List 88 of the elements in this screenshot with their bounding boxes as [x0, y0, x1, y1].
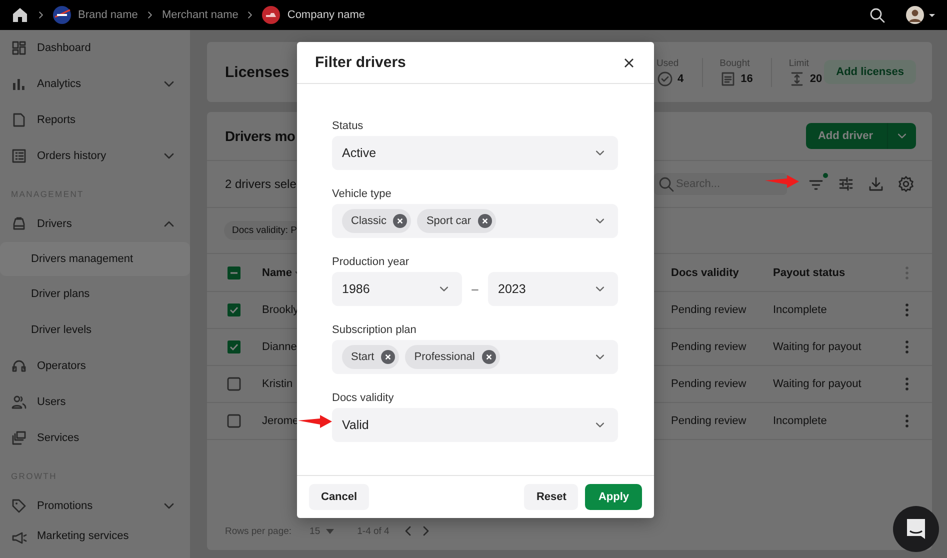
sidebar-item[interactable]: Operators — [0, 348, 190, 384]
pointer-arrow — [297, 414, 333, 428]
logo-icon — [262, 6, 280, 24]
remove-icon[interactable] — [478, 214, 492, 228]
column-header: Payout status — [772, 266, 846, 278]
stat-icon — [720, 70, 736, 86]
sidebar-item[interactable]: Drivers management — [0, 242, 190, 276]
field-label: Production year — [332, 255, 410, 270]
pointer-arrow — [764, 174, 800, 188]
field-label: Vehicle type — [332, 187, 392, 202]
table-cell: Pending review — [671, 304, 746, 316]
more-icon[interactable] — [904, 340, 910, 354]
field-label: Subscription plan — [332, 323, 418, 338]
sidebar-item[interactable]: Drivers — [0, 206, 190, 242]
select-field[interactable]: 2023 — [488, 272, 618, 306]
sidebar-item[interactable]: Services — [0, 420, 190, 456]
sidebar-item[interactable]: Marketing services — [0, 524, 190, 550]
stat-icon — [788, 70, 805, 86]
download-icon[interactable] — [867, 175, 885, 193]
checkbox[interactable] — [227, 303, 241, 317]
remove-icon[interactable] — [393, 214, 408, 228]
stat-icon — [656, 70, 673, 86]
settings-icon[interactable] — [897, 175, 915, 193]
table-cell: Incomplete — [773, 304, 827, 316]
field-label: Docs validity — [332, 391, 395, 406]
logo-icon — [53, 6, 71, 24]
breadcrumb-link[interactable]: Company name — [287, 9, 366, 21]
checkbox[interactable] — [227, 377, 241, 391]
sliders-icon[interactable] — [837, 175, 855, 193]
selected-chip: Sport car — [417, 209, 496, 233]
selected-chip: Start — [342, 345, 400, 369]
select-field[interactable]: 1986 — [332, 272, 462, 306]
close-icon[interactable] — [622, 56, 636, 70]
reset-button[interactable]: Reset — [524, 484, 578, 510]
more-icon[interactable] — [904, 303, 910, 317]
sidebar-item[interactable]: Promotions — [0, 488, 190, 524]
sidebar-item[interactable]: Dashboard — [0, 30, 190, 66]
remove-icon[interactable] — [482, 350, 496, 364]
selection-count: 2 drivers sele — [225, 177, 296, 191]
select-field[interactable]: Valid — [332, 408, 618, 442]
table-cell: Pending review — [671, 415, 746, 427]
table-cell: Waiting for payout — [773, 341, 862, 353]
home-icon[interactable] — [11, 6, 29, 24]
chevron-icon — [36, 10, 46, 20]
select-field[interactable]: Classic Sport car — [332, 204, 618, 238]
avatar-icon[interactable] — [906, 6, 924, 24]
dialog-title: Filter drivers — [315, 54, 406, 71]
remove-icon[interactable] — [381, 350, 396, 364]
add-licenses-button[interactable]: Add licenses — [824, 60, 916, 84]
breadcrumb-link[interactable]: Brand name — [78, 9, 138, 21]
sidebar-item[interactable]: Users — [0, 384, 190, 420]
card-title: Licenses — [225, 64, 290, 80]
add-driver-button[interactable]: Add driver — [806, 123, 916, 149]
field-label: Status — [332, 119, 364, 134]
select-field[interactable]: Start Professional — [332, 340, 618, 374]
table-cell: Brookly — [262, 304, 299, 316]
checkbox[interactable] — [227, 340, 241, 354]
table-cell: Kristin — [262, 378, 293, 390]
card-title: Drivers mo — [225, 128, 296, 144]
stat-value: 20 — [810, 72, 822, 84]
select-field[interactable]: Active — [332, 136, 618, 170]
caret-icon[interactable] — [927, 11, 935, 19]
checkbox[interactable] — [227, 414, 241, 428]
breadcrumb-link[interactable]: Merchant name — [162, 9, 238, 21]
sidebar-item[interactable]: Reports — [0, 102, 190, 138]
range-separator: – — [470, 282, 480, 296]
sidebar-item[interactable]: Orders history — [0, 138, 190, 174]
table-cell: Pending review — [671, 341, 746, 353]
more-icon[interactable] — [904, 377, 910, 391]
table-cell: Jerome — [262, 415, 299, 427]
table-cell: Dianne — [262, 341, 297, 353]
sidebar-item[interactable]: Driver plans — [0, 276, 190, 312]
cancel-button[interactable]: Cancel — [309, 484, 370, 510]
checkbox[interactable] — [227, 266, 241, 280]
sidebar-item[interactable]: Analytics — [0, 66, 190, 102]
more-icon[interactable] — [904, 414, 910, 428]
stat-value: 4 — [678, 72, 684, 84]
selected-chip: Professional — [405, 345, 500, 369]
stat-value: 16 — [740, 72, 753, 84]
table-cell: Incomplete — [773, 415, 827, 427]
search-icon[interactable] — [869, 7, 885, 23]
selected-chip: Classic — [342, 209, 412, 233]
chat-icon[interactable] — [893, 506, 939, 552]
table-cell: Pending review — [671, 378, 746, 390]
apply-button[interactable]: Apply — [585, 484, 642, 510]
column-header: Docs validity — [670, 266, 740, 278]
table-cell: Waiting for payout — [773, 378, 862, 390]
sidebar-item[interactable]: Driver levels — [0, 312, 190, 348]
